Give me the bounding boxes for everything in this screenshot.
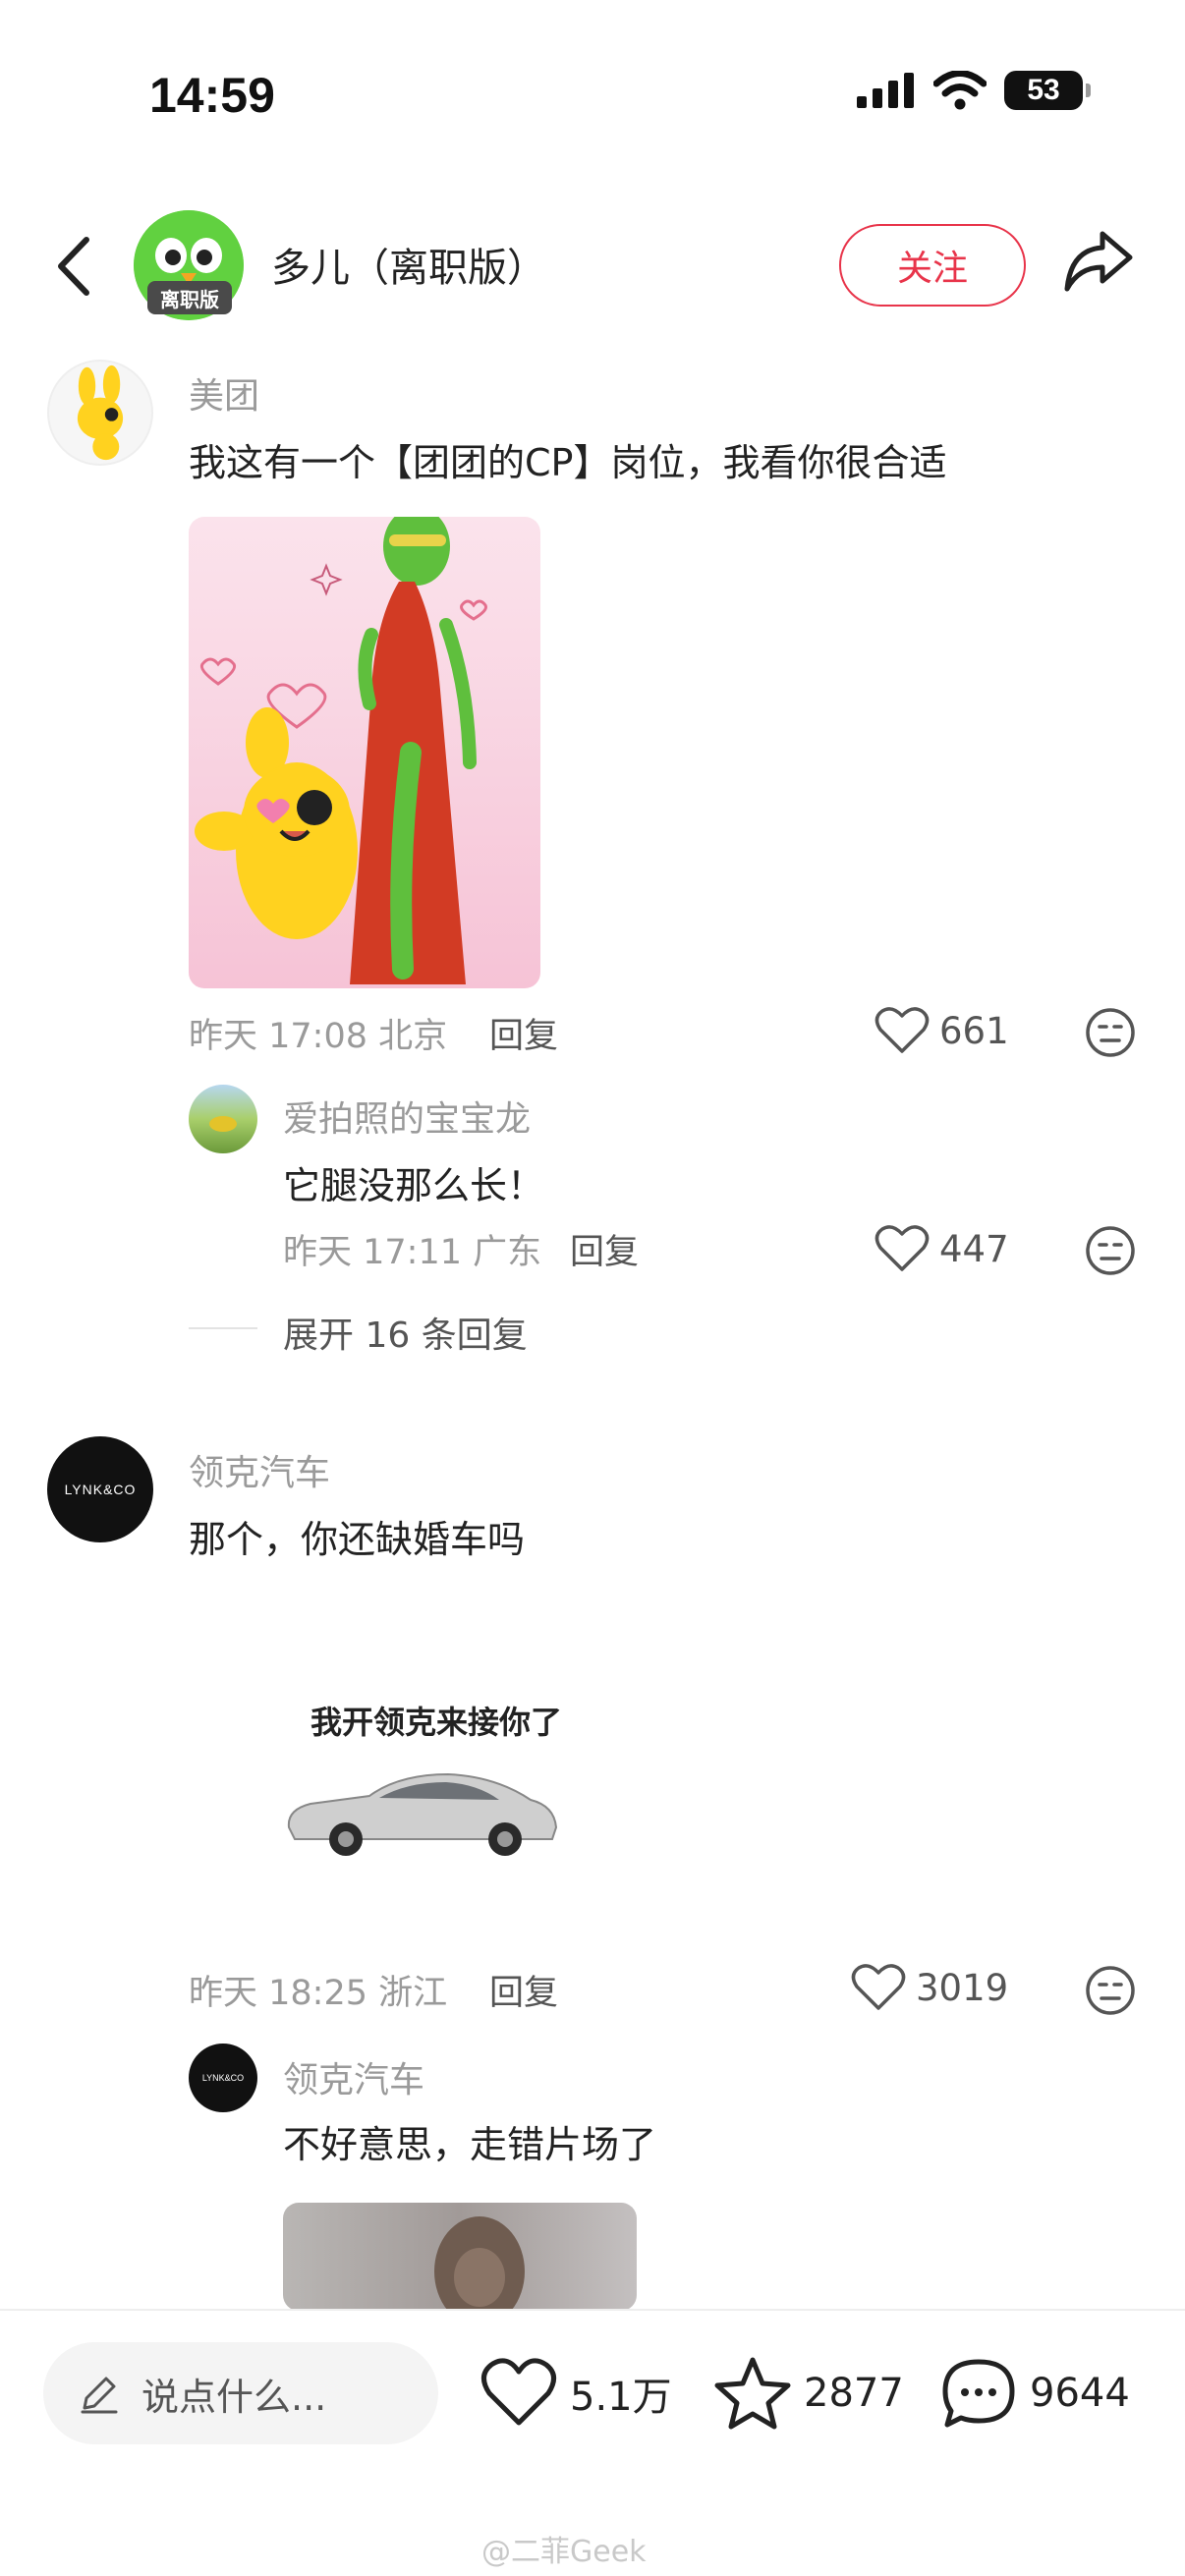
- like-post-button[interactable]: 5.1万: [480, 2356, 672, 2431]
- star-icon: [714, 2357, 791, 2430]
- comment-avatar[interactable]: LYNK&CO: [47, 1436, 153, 1542]
- share-icon[interactable]: [1061, 224, 1136, 299]
- wifi-icon: [933, 71, 987, 110]
- landscape-photo-icon: [209, 1116, 237, 1132]
- reply-time: 昨天 17:11 广东: [283, 1233, 542, 1272]
- heart-icon: [851, 1964, 906, 2010]
- emoji-icon[interactable]: [1085, 1965, 1136, 2016]
- expand-divider: [189, 1327, 257, 1329]
- brand-logo-text: LYNK&CO: [201, 2073, 245, 2083]
- reply-username[interactable]: 爱拍照的宝宝龙: [283, 1091, 531, 1142]
- comment-avatar[interactable]: [47, 360, 153, 466]
- cp-illustration-image: [195, 517, 487, 984]
- reply-image[interactable]: [283, 2203, 637, 2311]
- reply-username[interactable]: 领克汽车: [283, 2051, 424, 2102]
- favorite-button[interactable]: 2877: [713, 2356, 904, 2431]
- expand-replies-button[interactable]: 展开 16 条回复: [283, 1307, 528, 1358]
- like-count: 661: [939, 1009, 1009, 1052]
- comment-count-button[interactable]: 9644: [939, 2356, 1130, 2431]
- battery-level: 53: [1027, 74, 1060, 106]
- back-icon[interactable]: [47, 232, 102, 301]
- comment-time: 昨天 18:25 浙江: [189, 1974, 448, 2013]
- emoji-icon[interactable]: [1085, 1225, 1136, 1276]
- favorite-count: 2877: [804, 2371, 904, 2416]
- like-count: 447: [939, 1227, 1009, 1270]
- reply-text: 它腿没那么长！: [283, 1164, 545, 1207]
- follow-button[interactable]: 关注: [839, 224, 1026, 307]
- page-title: 多儿（离职版）: [271, 246, 546, 291]
- comment-time: 昨天 17:08 北京: [189, 1017, 448, 1056]
- comment-input-placeholder: 说点什么...: [141, 2375, 327, 2419]
- comment-count: 9644: [1030, 2371, 1130, 2416]
- comment-username[interactable]: 领克汽车: [189, 1444, 330, 1495]
- comment-username[interactable]: 美团: [189, 367, 259, 419]
- heart-icon: [481, 2358, 556, 2426]
- comment-text: 我这有一个【团团的CP】岗位，我看你很合适: [189, 441, 947, 484]
- post-like-count: 5.1万: [570, 2375, 672, 2420]
- like-button[interactable]: 447: [875, 1224, 1009, 1273]
- comment-image[interactable]: [189, 517, 540, 988]
- watermark: @二菲Geek: [481, 2535, 647, 2569]
- pencil-icon: [81, 2377, 118, 2414]
- reply-button[interactable]: 回复: [570, 1224, 639, 1274]
- status-time: 14:59: [149, 68, 275, 123]
- comment-image[interactable]: 我开领克来接你了: [281, 1696, 566, 1863]
- comment-text: 那个，你还缺婚车吗: [189, 1518, 526, 1561]
- reply-button[interactable]: 回复: [489, 1965, 558, 2015]
- heart-icon: [875, 1225, 930, 1271]
- like-count: 3019: [916, 1966, 1009, 2009]
- emoji-icon[interactable]: [1085, 1007, 1136, 1058]
- kangaroo-mascot-icon: [77, 364, 124, 461]
- reply-text: 不好意思，走错片场了: [283, 2123, 657, 2166]
- reply-avatar[interactable]: LYNK&CO: [189, 2044, 257, 2112]
- heart-icon: [875, 1007, 930, 1053]
- brand-logo-text: LYNK&CO: [64, 1482, 137, 1497]
- status-icons: 53: [857, 71, 1091, 110]
- car-image: [287, 1772, 558, 1856]
- like-button[interactable]: 661: [875, 1006, 1009, 1055]
- signal-icon: [857, 73, 914, 108]
- image-caption: 我开领克来接你了: [310, 1704, 563, 1741]
- comment-input[interactable]: 说点什么...: [43, 2342, 438, 2444]
- header-badge: 离职版: [147, 281, 232, 314]
- reply-button[interactable]: 回复: [489, 1008, 558, 1058]
- like-button[interactable]: 3019: [851, 1963, 1008, 2012]
- comment-icon: [942, 2359, 1015, 2428]
- reply-avatar[interactable]: [189, 1085, 257, 1153]
- monkey-photo-image: [434, 2216, 525, 2311]
- battery-icon: 53: [1004, 71, 1091, 110]
